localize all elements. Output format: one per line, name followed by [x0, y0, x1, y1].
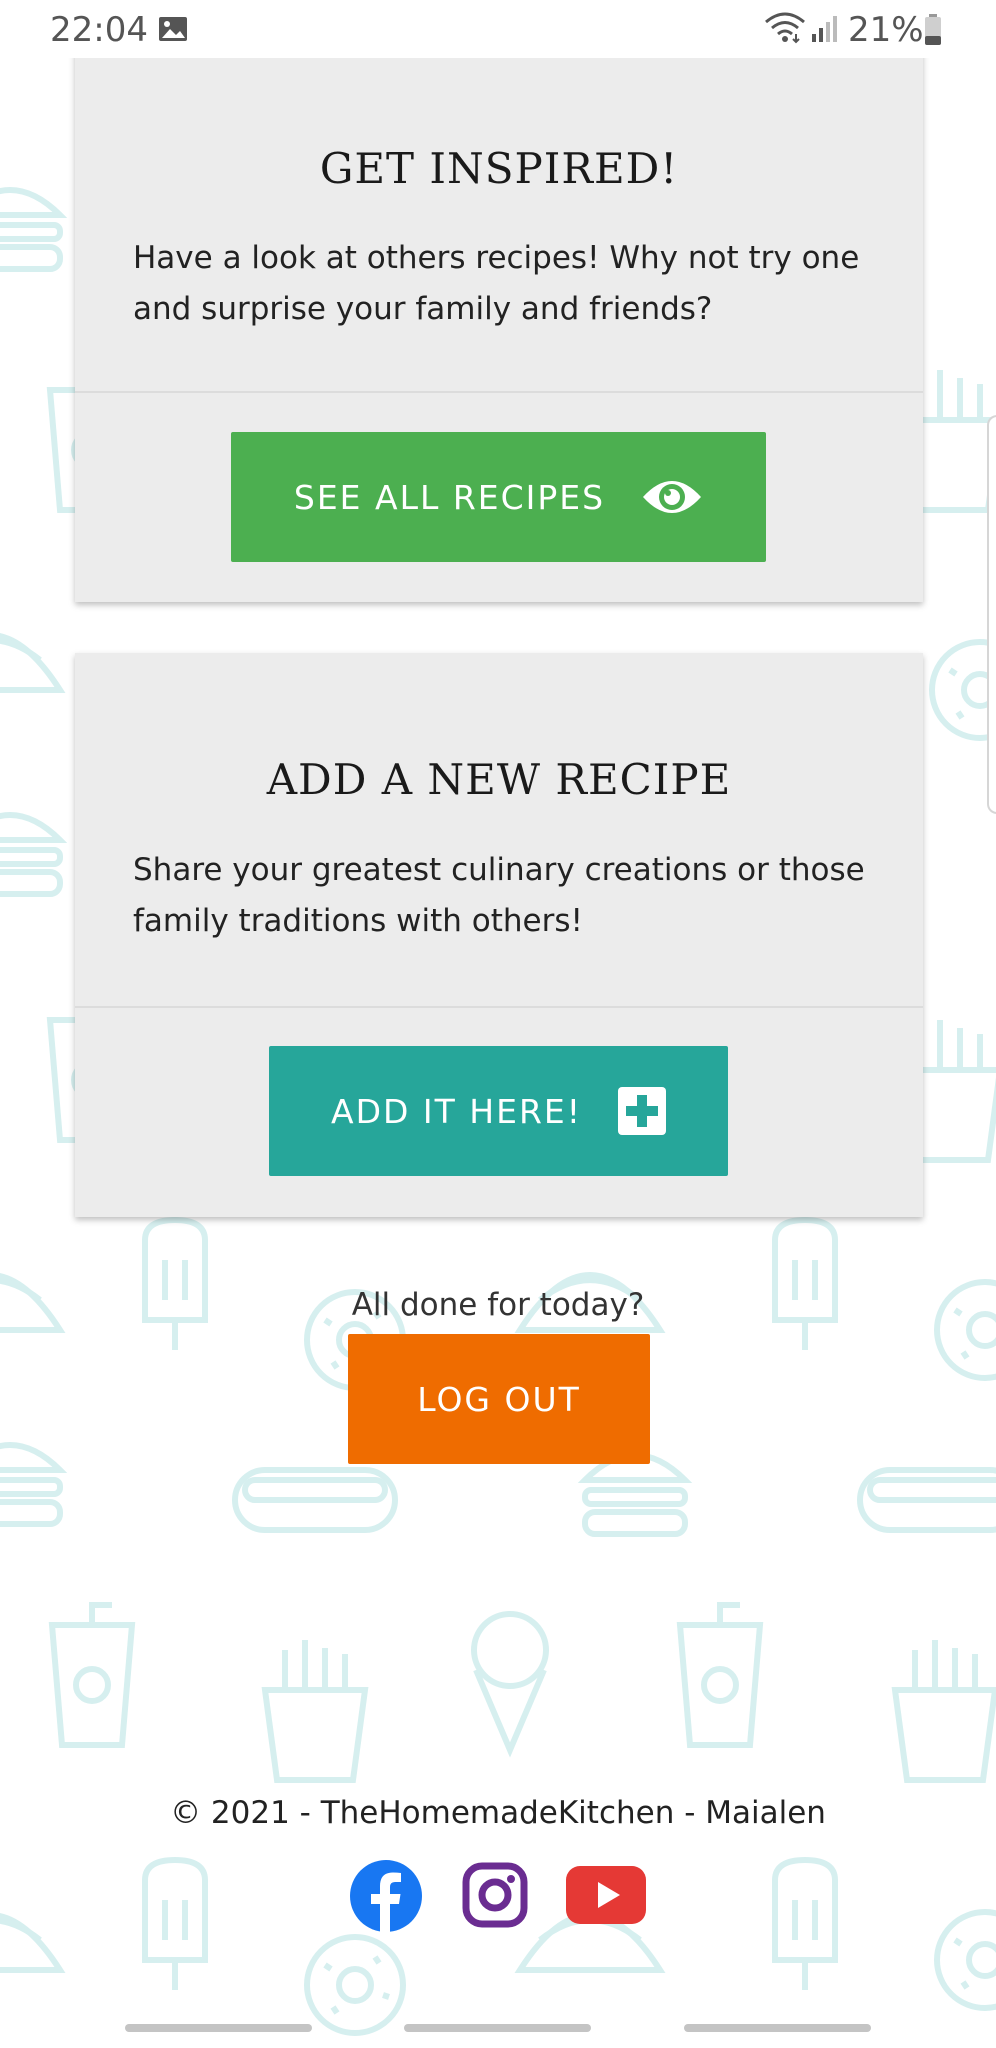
card-title: GET INSPIRED! — [319, 144, 679, 193]
footer-copyright: © 2021 - TheHomemadeKitchen - Maialen — [170, 1795, 826, 1831]
eye-icon — [641, 475, 703, 519]
card-description: Share your greatest culinary creations o… — [133, 852, 865, 939]
battery-icon — [925, 14, 941, 45]
nav-recents-bar[interactable] — [125, 2024, 312, 2032]
image-icon — [159, 17, 187, 41]
nav-home-bar[interactable] — [404, 2024, 591, 2032]
youtube-icon[interactable] — [566, 1866, 646, 1924]
nav-back-bar[interactable] — [684, 2024, 871, 2032]
scroll-indicator[interactable] — [987, 415, 996, 814]
card-divider — [75, 1006, 923, 1008]
plus-square-icon — [617, 1087, 666, 1135]
facebook-icon[interactable] — [350, 1860, 422, 1932]
signal-icon — [812, 16, 837, 42]
status-bar: 22:04 21% — [0, 0, 996, 58]
card-description: Have a look at others recipes! Why not t… — [133, 240, 860, 327]
get-inspired-card: GET INSPIRED! Have a look at others reci… — [75, 30, 923, 602]
button-label: ADD IT HERE! — [331, 1091, 582, 1131]
instagram-icon[interactable] — [462, 1862, 528, 1928]
card-title: ADD A NEW RECIPE — [266, 755, 732, 804]
add-recipe-card: ADD A NEW RECIPE Share your greatest cul… — [75, 653, 923, 1217]
add-it-here-button[interactable]: ADD IT HERE! — [269, 1046, 728, 1176]
logout-prompt: All done for today? — [351, 1287, 645, 1323]
status-time: 22:04 — [50, 10, 148, 50]
card-divider — [75, 391, 923, 393]
button-label: LOG OUT — [417, 1379, 581, 1419]
see-all-recipes-button[interactable]: SEE ALL RECIPES — [231, 432, 766, 562]
battery-percentage: 21% — [848, 10, 924, 50]
wifi-icon — [765, 12, 805, 44]
log-out-button[interactable]: LOG OUT — [348, 1334, 650, 1464]
button-label: SEE ALL RECIPES — [293, 477, 606, 517]
